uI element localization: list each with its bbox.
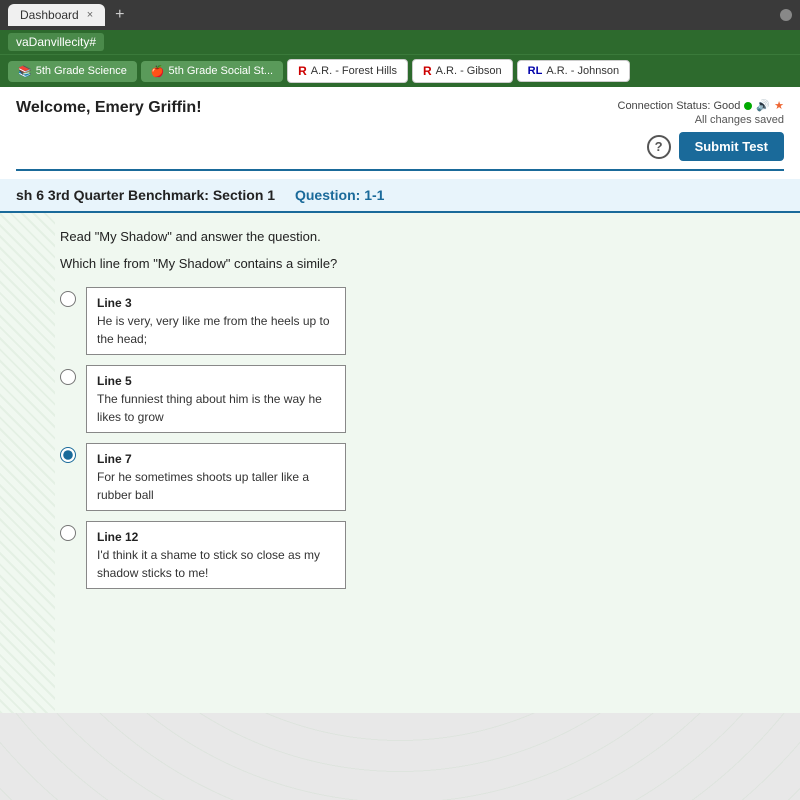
main-header: Welcome, Emery Griffin! Connection Statu…: [0, 87, 800, 179]
help-button[interactable]: ?: [647, 135, 671, 159]
connection-status: Connection Status: Good 🔊 ★: [618, 99, 785, 112]
saved-status: All changes saved: [618, 114, 785, 126]
tab-ar-forest-hills[interactable]: R A.R. - Forest Hills: [287, 59, 408, 83]
option-2-radio[interactable]: [60, 369, 76, 385]
option-3-radio[interactable]: [60, 447, 76, 463]
browser-chrome: Dashboard × +: [0, 0, 800, 30]
browser-menu-dot[interactable]: [780, 9, 792, 21]
science-label: 5th Grade Science: [36, 65, 127, 77]
option-2-text: The funniest thing about him is the way …: [97, 390, 335, 426]
option-4-line: Line 12: [97, 528, 335, 546]
welcome-row: Welcome, Emery Griffin! Connection Statu…: [16, 99, 784, 126]
address-text[interactable]: vaDanvillecity#: [8, 33, 104, 51]
list-item: Line 12 I'd think it a shame to stick so…: [60, 521, 784, 589]
nav-tabs: 📚 5th Grade Science 🍎 5th Grade Social S…: [0, 54, 800, 87]
tab-close-button[interactable]: ×: [87, 9, 93, 21]
social-label: 5th Grade Social St...: [169, 65, 274, 77]
rl-icon: RL: [528, 65, 543, 77]
option-3-box: Line 7 For he sometimes shoots up taller…: [86, 443, 346, 511]
tab-social-studies[interactable]: 🍎 5th Grade Social St...: [141, 61, 283, 82]
question-area: Read "My Shadow" and answer the question…: [0, 213, 800, 713]
option-1-radio[interactable]: [60, 291, 76, 307]
ar-forest-hills-label: A.R. - Forest Hills: [311, 65, 397, 77]
sound-icon: 🔊: [756, 99, 770, 112]
active-tab[interactable]: Dashboard ×: [8, 4, 105, 26]
connection-label: Connection Status: Good: [618, 100, 741, 112]
tab-ar-johnson[interactable]: RL A.R. - Johnson: [517, 60, 630, 82]
connection-area: Connection Status: Good 🔊 ★ All changes …: [618, 99, 785, 126]
question-label: Question: 1-1: [295, 187, 384, 203]
tab-ar-gibson[interactable]: R A.R. - Gibson: [412, 59, 513, 83]
list-item: Line 5 The funniest thing about him is t…: [60, 365, 784, 433]
star-icon: ★: [774, 99, 784, 112]
tab-bar: Dashboard × +: [8, 4, 131, 26]
option-1-text: He is very, very like me from the heels …: [97, 312, 335, 348]
address-bar: vaDanvillecity#: [0, 30, 800, 54]
submit-test-button[interactable]: Submit Test: [679, 132, 784, 161]
science-icon: 📚: [18, 65, 32, 78]
apple-icon: 🍎: [151, 65, 165, 78]
welcome-message: Welcome, Emery Griffin!: [16, 99, 202, 117]
ar-johnson-label: A.R. - Johnson: [546, 65, 619, 77]
option-2-box: Line 5 The funniest thing about him is t…: [86, 365, 346, 433]
section-header: sh 6 3rd Quarter Benchmark: Section 1 Qu…: [0, 179, 800, 213]
new-tab-button[interactable]: +: [109, 6, 130, 24]
section-title: sh 6 3rd Quarter Benchmark: Section 1: [16, 187, 275, 203]
read-instruction: Read "My Shadow" and answer the question…: [60, 229, 784, 244]
toolbar-row: ? Submit Test: [16, 132, 784, 171]
tab-label: Dashboard: [20, 8, 79, 22]
question-text: Which line from "My Shadow" contains a s…: [60, 256, 784, 271]
list-item: Line 3 He is very, very like me from the…: [60, 287, 784, 355]
option-1-line: Line 3: [97, 294, 335, 312]
option-4-text: I'd think it a shame to stick so close a…: [97, 546, 335, 582]
status-dot: [744, 102, 752, 110]
option-4-box: Line 12 I'd think it a shame to stick so…: [86, 521, 346, 589]
list-item: Line 7 For he sometimes shoots up taller…: [60, 443, 784, 511]
option-2-line: Line 5: [97, 372, 335, 390]
option-3-line: Line 7: [97, 450, 335, 468]
option-4-radio[interactable]: [60, 525, 76, 541]
tab-science[interactable]: 📚 5th Grade Science: [8, 61, 137, 82]
r-icon-1: R: [298, 64, 307, 78]
answer-options: Line 3 He is very, very like me from the…: [60, 287, 784, 589]
option-3-text: For he sometimes shoots up taller like a…: [97, 468, 335, 504]
r-icon-2: R: [423, 64, 432, 78]
option-1-box: Line 3 He is very, very like me from the…: [86, 287, 346, 355]
ar-gibson-label: A.R. - Gibson: [436, 65, 502, 77]
